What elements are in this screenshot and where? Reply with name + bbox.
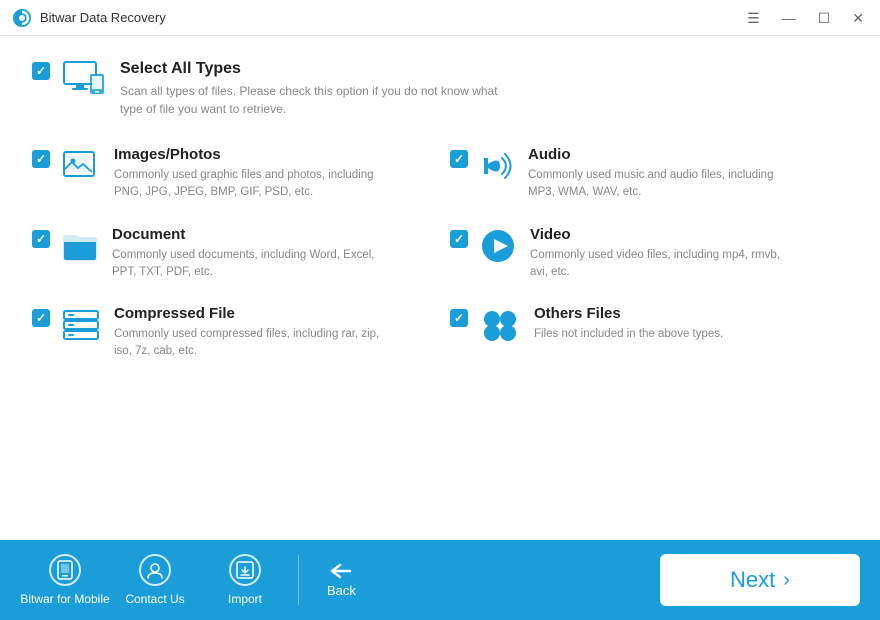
images-desc: Commonly used graphic files and photos, … [114,167,384,202]
maximize-button[interactable]: ☐ [814,9,835,27]
select-all-row: Select All Types Scan all types of files… [32,60,848,118]
compressed-desc: Commonly used compressed files, includin… [114,326,384,361]
menu-button[interactable]: ☰ [743,9,764,27]
import-label: Import [228,592,262,606]
document-desc: Commonly used documents, including Word,… [112,247,382,282]
window-controls: ☰ — ☐ ✕ [743,9,868,27]
audio-label: Audio [528,146,798,163]
import-button[interactable]: Import [200,546,290,614]
others-label: Others Files [534,305,723,322]
bottom-actions: Bitwar for Mobile Contact Us Import [20,546,376,614]
minimize-button[interactable]: — [778,9,800,27]
file-type-grid: Images/Photos Commonly used graphic file… [32,146,848,361]
others-checkbox[interactable] [450,309,468,327]
video-icon [480,228,516,264]
select-all-label: Select All Types [120,60,500,78]
video-label: Video [530,226,800,243]
title-bar: Bitwar Data Recovery ☰ — ☐ ✕ [0,0,880,36]
images-icon [62,148,100,182]
type-item-others: Others Files Files not included in the a… [450,305,848,361]
video-desc: Commonly used video files, including mp4… [530,247,800,282]
document-label: Document [112,226,382,243]
others-desc: Files not included in the above types. [534,326,723,343]
compressed-label: Compressed File [114,305,384,322]
app-title: Bitwar Data Recovery [40,10,743,25]
images-checkbox[interactable] [32,150,50,168]
bottom-divider [298,555,299,605]
select-all-desc: Scan all types of files. Please check th… [120,82,500,118]
mobile-icon [49,554,81,586]
app-logo [12,8,32,28]
select-all-checkbox[interactable] [32,62,50,80]
document-checkbox[interactable] [32,230,50,248]
audio-checkbox[interactable] [450,150,468,168]
mobile-label: Bitwar for Mobile [20,592,109,606]
mobile-button[interactable]: Bitwar for Mobile [20,546,110,614]
compressed-checkbox[interactable] [32,309,50,327]
import-icon [229,554,261,586]
close-button[interactable]: ✕ [848,9,868,27]
contact-label: Contact Us [125,592,184,606]
contact-button[interactable]: Contact Us [110,546,200,614]
contact-icon [139,554,171,586]
next-label: Next [730,567,775,593]
back-button[interactable]: Back [307,555,376,606]
next-button[interactable]: Next › [660,554,860,606]
others-icon [480,307,520,343]
type-item-compressed: Compressed File Commonly used compressed… [32,305,430,361]
audio-desc: Commonly used music and audio files, inc… [528,167,798,202]
main-content: Select All Types Scan all types of files… [0,36,880,540]
type-item-document: Document Commonly used documents, includ… [32,226,430,282]
bottom-bar: Bitwar for Mobile Contact Us Import [0,540,880,620]
back-label: Back [327,583,356,598]
select-all-icon [62,60,106,96]
type-item-video: Video Commonly used video files, includi… [450,226,848,282]
type-item-images: Images/Photos Commonly used graphic file… [32,146,430,202]
document-icon [62,228,98,264]
type-item-audio: Audio Commonly used music and audio file… [450,146,848,202]
compressed-icon [62,307,100,343]
audio-icon [480,148,514,184]
next-arrow-icon: › [783,569,790,592]
video-checkbox[interactable] [450,230,468,248]
images-label: Images/Photos [114,146,384,163]
